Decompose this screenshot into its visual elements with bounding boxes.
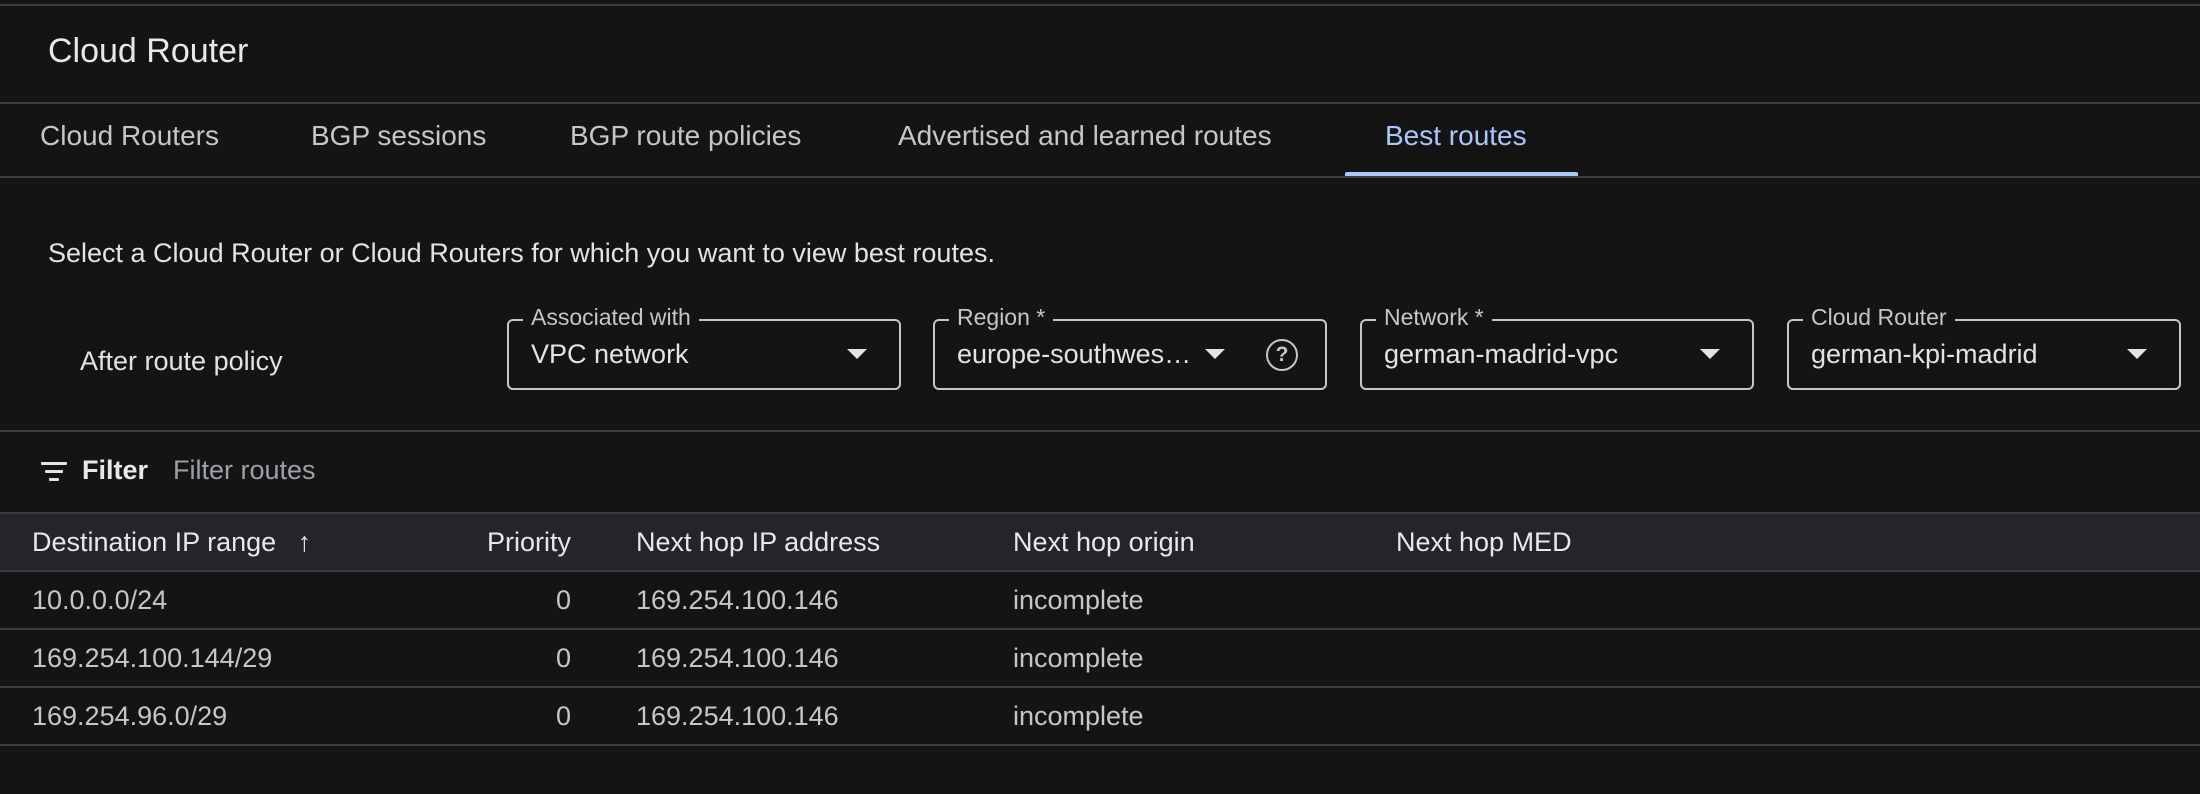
page-title: Cloud Router — [48, 32, 249, 70]
associated-with-select[interactable]: Associated with VPC network — [507, 304, 901, 390]
column-header-next-hop-ip[interactable]: Next hop IP address — [636, 527, 880, 558]
route-policy-label: After route policy — [80, 346, 283, 376]
destination-cell: 169.254.100.144/29 — [32, 643, 273, 673]
field-label: Network * — [1376, 304, 1492, 331]
filter-icon[interactable] — [41, 460, 69, 482]
sort-ascending-icon[interactable]: ↑ — [298, 527, 312, 557]
column-header-priority[interactable]: Priority — [487, 527, 571, 558]
next-hop-origin-cell: incomplete — [1013, 585, 1144, 615]
filter-label[interactable]: Filter — [82, 455, 148, 486]
filter-divider — [0, 430, 2200, 432]
field-value: europe-southwes… — [957, 339, 1192, 369]
tab-divider — [0, 176, 2200, 178]
next-hop-origin-cell: incomplete — [1013, 701, 1144, 731]
tab-bgp-sessions[interactable]: BGP sessions — [311, 120, 486, 152]
filter-input[interactable] — [173, 455, 773, 486]
next-hop-ip-cell: 169.254.100.146 — [636, 643, 839, 673]
priority-cell: 0 — [555, 585, 571, 615]
field-value: VPC network — [531, 339, 689, 369]
next-hop-ip-cell: 169.254.100.146 — [636, 585, 839, 615]
tab-advertised-learned-routes[interactable]: Advertised and learned routes — [898, 120, 1272, 152]
cloud-router-select[interactable]: Cloud Router german-kpi-madrid — [1787, 304, 2181, 390]
network-select[interactable]: Network * german-madrid-vpc — [1360, 304, 1754, 390]
next-hop-origin-cell: incomplete — [1013, 643, 1144, 673]
dropdown-arrow-icon — [1205, 349, 1225, 359]
field-label: Associated with — [523, 304, 699, 331]
field-value: german-kpi-madrid — [1811, 339, 2038, 369]
help-icon[interactable]: ? — [1266, 339, 1298, 371]
header-divider — [0, 102, 2200, 104]
field-label: Region * — [949, 304, 1054, 331]
column-header-destination[interactable]: Destination IP range ↑ — [32, 527, 311, 558]
column-header-next-hop-origin[interactable]: Next hop origin — [1013, 527, 1195, 558]
dropdown-arrow-icon — [847, 349, 867, 359]
region-select[interactable]: Region * europe-southwes… ? — [933, 304, 1327, 390]
column-header-next-hop-med[interactable]: Next hop MED — [1396, 527, 1572, 558]
field-label: Cloud Router — [1803, 304, 1955, 331]
top-divider — [0, 4, 2200, 6]
tab-bgp-route-policies[interactable]: BGP route policies — [570, 120, 801, 152]
tab-best-routes[interactable]: Best routes — [1385, 120, 1527, 152]
table-row: 169.254.100.144/29 0 169.254.100.146 inc… — [0, 630, 2200, 688]
field-value: german-madrid-vpc — [1384, 339, 1619, 369]
column-label: Destination IP range — [32, 527, 277, 557]
table-row: 169.254.96.0/29 0 169.254.100.146 incomp… — [0, 688, 2200, 746]
table-row: 10.0.0.0/24 0 169.254.100.146 incomplete — [0, 572, 2200, 630]
destination-cell: 169.254.96.0/29 — [32, 701, 228, 731]
tab-cloud-routers[interactable]: Cloud Routers — [40, 120, 219, 152]
description: Select a Cloud Router or Cloud Routers f… — [48, 238, 995, 268]
dropdown-arrow-icon — [2127, 349, 2147, 359]
dropdown-arrow-icon — [1700, 349, 1720, 359]
destination-cell: 10.0.0.0/24 — [32, 585, 168, 615]
priority-cell: 0 — [555, 701, 571, 731]
next-hop-ip-cell: 169.254.100.146 — [636, 701, 839, 731]
priority-cell: 0 — [555, 643, 571, 673]
table-header: Destination IP range ↑ Priority Next hop… — [0, 514, 2200, 571]
